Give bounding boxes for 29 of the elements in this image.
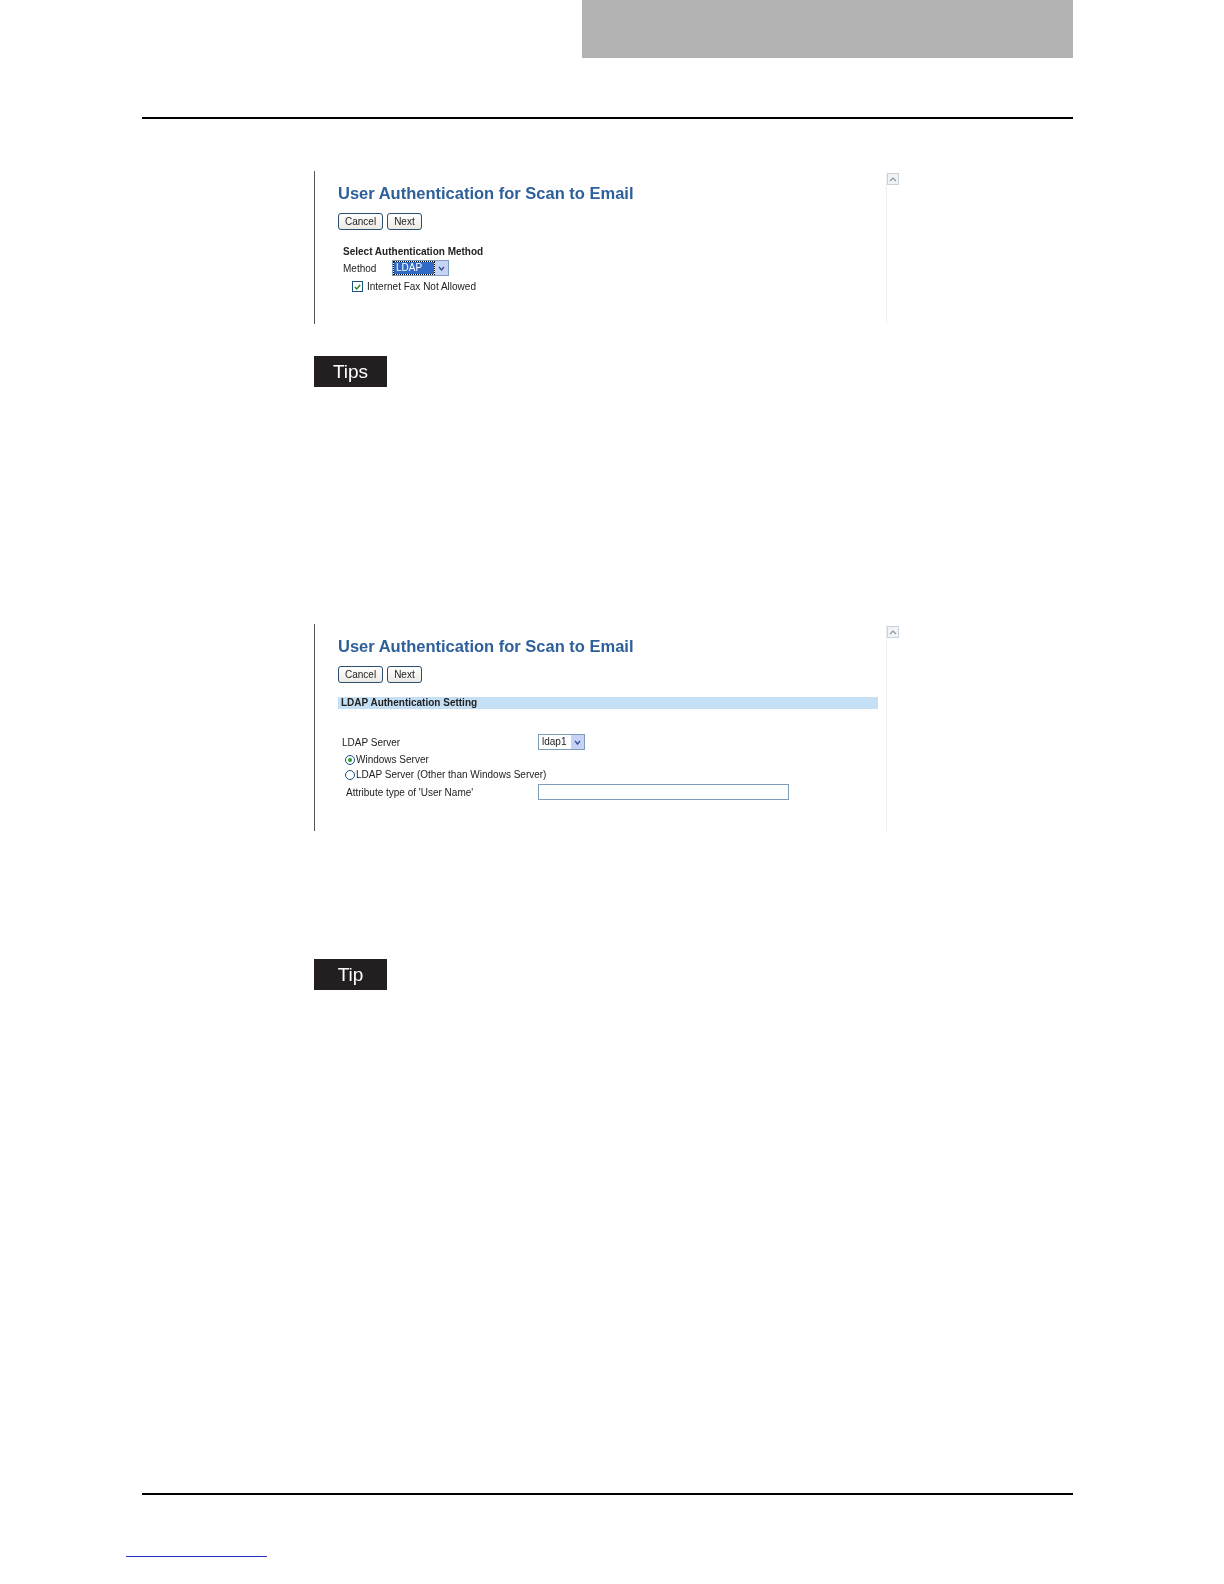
- input-field[interactable]: [538, 784, 789, 800]
- dropdown[interactable]: ldap1: [538, 734, 585, 750]
- checkbox-label: Internet Fax Not Allowed: [367, 281, 476, 292]
- dropdown[interactable]: LDAP: [392, 260, 449, 276]
- tip-label: Tips: [314, 356, 387, 387]
- caret-up-icon: [889, 176, 897, 182]
- page-title: User Authentication for Scan to Email: [338, 183, 635, 203]
- field-label: LDAP Server: [342, 736, 402, 748]
- checkmark-icon: [354, 283, 361, 290]
- tip-label: Tip: [314, 959, 387, 990]
- radio-button[interactable]: [345, 754, 355, 765]
- scroll-up-button[interactable]: [887, 173, 899, 185]
- cancel-button[interactable]: Cancel: [338, 666, 384, 683]
- radio-label: LDAP Server (Other than Windows Server): [356, 769, 547, 780]
- section-heading: Select Authentication Method: [343, 246, 485, 257]
- caret-up-icon: [889, 629, 897, 635]
- checkbox[interactable]: [352, 281, 363, 292]
- radio-button[interactable]: [345, 769, 355, 780]
- page-title: User Authentication for Scan to Email: [338, 636, 635, 656]
- field-label: Attribute type of 'User Name': [346, 786, 475, 798]
- cancel-button[interactable]: Cancel: [338, 213, 384, 230]
- caret-down-icon: [574, 739, 581, 745]
- field-label: Method: [343, 262, 378, 274]
- scroll-up-button[interactable]: [887, 626, 899, 638]
- section-header-bar: LDAP Authentication Setting: [338, 697, 878, 709]
- next-button[interactable]: Next: [387, 213, 422, 230]
- radio-label: Windows Server: [356, 754, 429, 765]
- caret-down-icon: [438, 265, 445, 271]
- next-button[interactable]: Next: [387, 666, 422, 683]
